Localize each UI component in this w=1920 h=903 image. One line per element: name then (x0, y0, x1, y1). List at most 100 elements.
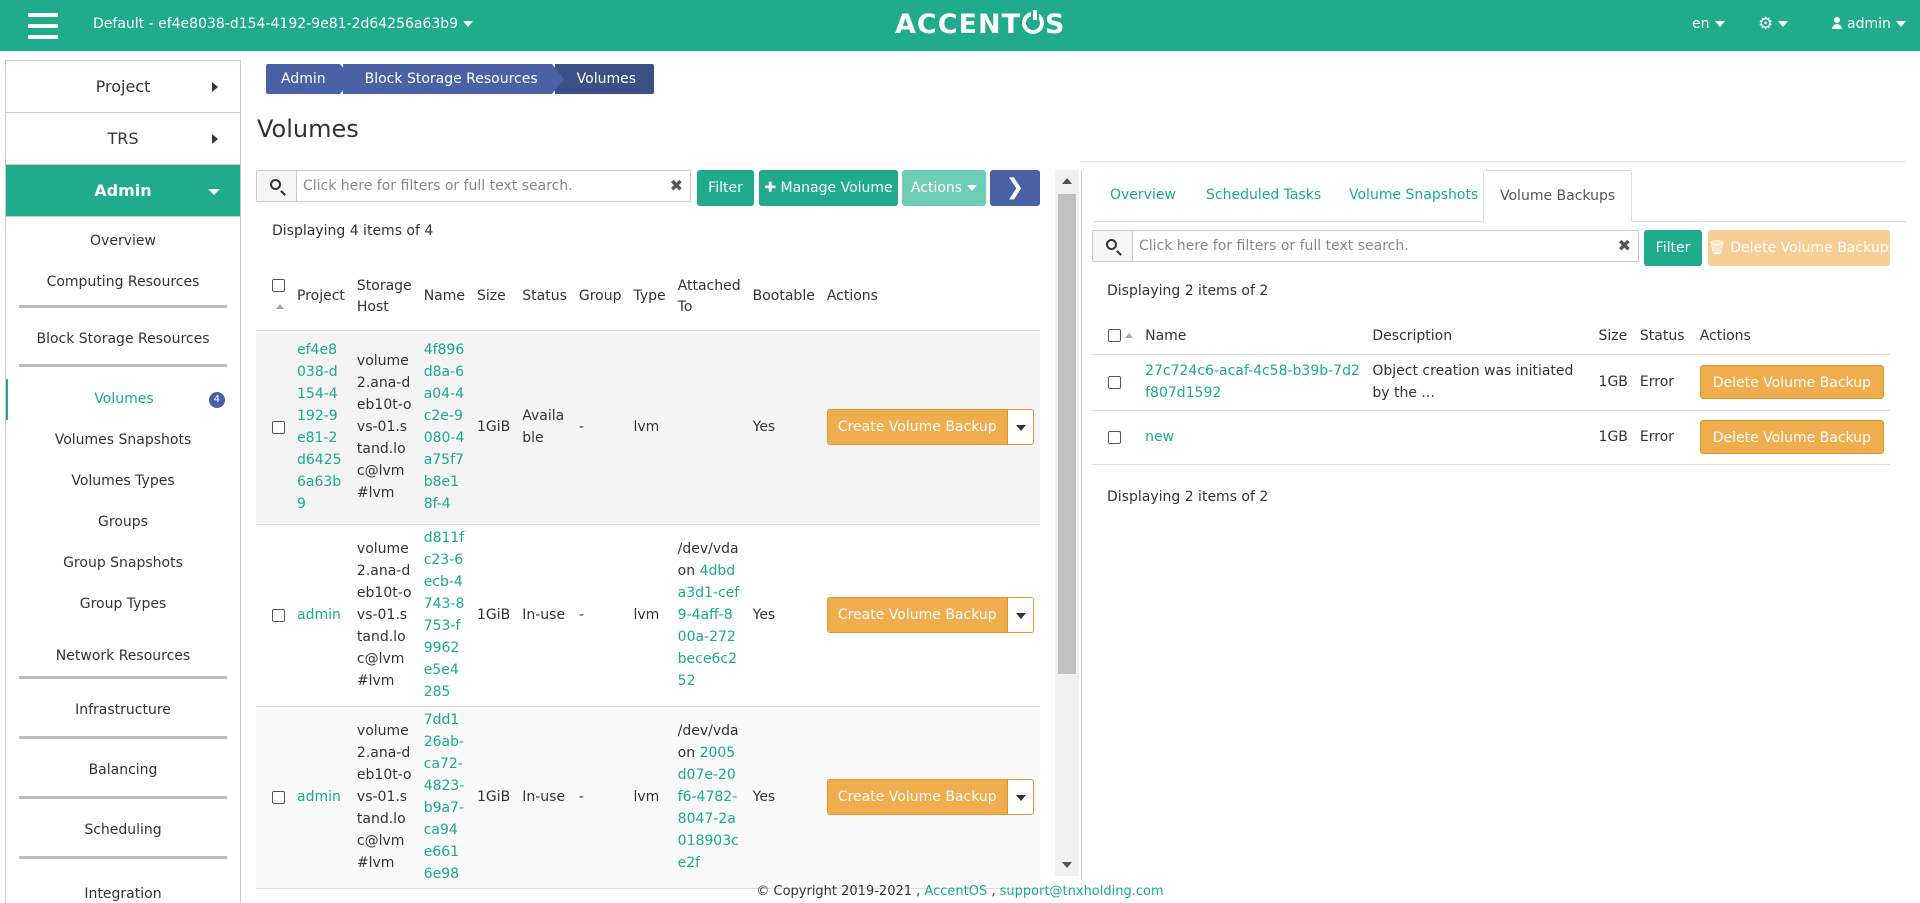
delete-volume-backup-button[interactable]: Delete Volume Backup (1699, 420, 1884, 454)
sidebar-item-volumes-snapshots[interactable]: Volumes Snapshots (6, 420, 240, 461)
search-button[interactable] (257, 171, 297, 201)
sort-icon[interactable] (276, 304, 284, 310)
user-menu[interactable]: admin (1832, 16, 1906, 32)
project-link[interactable]: admin (297, 607, 341, 623)
backups-search-input[interactable] (1137, 234, 1607, 258)
row-checkbox[interactable] (1108, 375, 1121, 389)
backups-filter-button[interactable]: Filter (1644, 230, 1702, 266)
column-header-storage-host[interactable]: Storage Host (350, 264, 418, 331)
accentos-link[interactable]: AccentOS (924, 884, 987, 899)
instance-link[interactable]: 4dbda3d1-cef9-4aff-800a-272bece6c252 (678, 563, 740, 689)
chevron-down-icon (1714, 21, 1725, 27)
column-header-project[interactable]: Project (291, 264, 351, 331)
row-checkbox[interactable] (272, 420, 285, 434)
tab-scheduled-tasks[interactable]: Scheduled Tasks (1190, 170, 1337, 222)
clear-search-icon[interactable]: ✖ (670, 176, 683, 195)
backups-count-text-bottom: Displaying 2 items of 2 (1107, 489, 1269, 505)
chevron-down-icon (1778, 21, 1789, 27)
sidebar-item-volumes-types[interactable]: Volumes Types (6, 461, 240, 502)
column-header-size[interactable]: Size (1592, 318, 1634, 355)
column-header-bootable[interactable]: Bootable (746, 264, 821, 331)
column-header-name[interactable]: Name (1139, 318, 1367, 355)
column-header-actions: Actions (820, 264, 1040, 331)
divider (1080, 161, 1906, 162)
copyright-text: © Copyright 2019-2021 , (756, 884, 921, 899)
column-header-size[interactable]: Size (471, 264, 517, 331)
clear-search-icon[interactable]: ✖ (1618, 236, 1631, 255)
type-cell: lvm (627, 330, 672, 525)
manage-volume-button[interactable]: ✚ Manage Volume (759, 170, 898, 206)
size-cell: 1GiB (471, 330, 517, 525)
sidebar-item-volumes[interactable]: Volumes 4 (6, 379, 240, 420)
row-actions-dropdown-toggle[interactable] (1006, 410, 1033, 444)
volumes-filter-button[interactable]: Filter (697, 170, 754, 206)
project-selector-label: Default - ef4e8038-d154-4192-9e81-2d6425… (93, 16, 459, 32)
settings-menu[interactable]: ⚙ (1758, 14, 1789, 34)
project-link[interactable]: ef4e8038-d154-4192-9e81-2d64256a63b9 (297, 342, 342, 512)
create-volume-backup-button[interactable]: Create Volume Backup (827, 410, 1007, 444)
select-all-checkbox[interactable] (272, 279, 285, 293)
support-email-link[interactable]: support@tnxholding.com (1000, 884, 1164, 899)
create-volume-backup-button[interactable]: Create Volume Backup (827, 598, 1007, 632)
instance-link[interactable]: 2005d07e-20f6-4782-8047-2a018903ce2f (678, 745, 739, 871)
sidebar-item-group-snapshots[interactable]: Group Snapshots (6, 543, 240, 584)
project-link[interactable]: admin (297, 789, 341, 805)
search-button[interactable] (1093, 231, 1133, 261)
sidebar-section-trs[interactable]: TRS (6, 113, 240, 165)
sidebar-item-scheduling[interactable]: Scheduling (6, 799, 240, 859)
sidebar-item-balancing[interactable]: Balancing (6, 739, 240, 799)
breadcrumb-volumes[interactable]: Volumes (554, 64, 655, 94)
expand-panel-button[interactable]: ❯ (990, 170, 1040, 206)
volume-backups-table: Name Description Size Status Actions 27c… (1092, 318, 1890, 465)
tab-volume-backups[interactable]: Volume Backups (1483, 170, 1633, 222)
hamburger-menu-icon[interactable] (28, 13, 58, 39)
column-header-name[interactable]: Name (417, 264, 471, 331)
volume-name-link[interactable]: 7dd126ab-ca72-4823-b9a7-ca94e6616e98 (424, 712, 465, 882)
scroll-up-icon[interactable] (1062, 178, 1072, 184)
column-header-group[interactable]: Group (572, 264, 628, 331)
sidebar-item-block-storage-resources[interactable]: Block Storage Resources (6, 308, 240, 367)
sort-icon[interactable] (1125, 333, 1133, 339)
row-actions-dropdown-toggle[interactable] (1006, 598, 1033, 632)
sidebar-item-overview[interactable]: Overview (6, 221, 240, 262)
column-header-attached-to[interactable]: Attached To (671, 264, 747, 331)
tab-volume-snapshots[interactable]: Volume Snapshots (1333, 170, 1494, 222)
create-volume-backup-button[interactable]: Create Volume Backup (827, 780, 1007, 814)
volume-name-link[interactable]: d811fc23-6ecb-4743-8753-f9962e5e4285 (424, 530, 465, 700)
delete-volume-backup-button[interactable]: Delete Volume Backup (1699, 365, 1884, 399)
sidebar-item-groups[interactable]: Groups (6, 502, 240, 543)
backup-name-link[interactable]: 27c724c6-acaf-4c58-b39b-7d2f807d1592 (1145, 363, 1360, 401)
row-checkbox[interactable] (272, 608, 285, 622)
chevron-down-icon (463, 21, 474, 27)
column-header-description[interactable]: Description (1366, 318, 1593, 355)
sidebar-item-infrastructure[interactable]: Infrastructure (6, 679, 240, 739)
column-header-status[interactable]: Status (516, 264, 573, 331)
row-actions-dropdown-toggle[interactable] (1006, 780, 1033, 814)
project-selector[interactable]: Default - ef4e8038-d154-4192-9e81-2d6425… (93, 16, 474, 32)
table-row: 27c724c6-acaf-4c58-b39b-7d2f807d1592 Obj… (1092, 354, 1890, 411)
breadcrumb-admin[interactable]: Admin (266, 64, 352, 94)
backup-name-link[interactable]: new (1145, 429, 1174, 445)
column-header-type[interactable]: Type (627, 264, 672, 331)
volume-name-link[interactable]: 4f896d8a-6a04-4c2e-9080-4a75f7b8e18f-4 (424, 342, 465, 512)
sidebar-item-group-types[interactable]: Group Types (6, 584, 240, 625)
sidebar-item-network-resources[interactable]: Network Resources (6, 625, 240, 679)
delete-volume-backups-button[interactable]: 🗑 Delete Volume Backups (1708, 230, 1896, 266)
language-selector[interactable]: en (1692, 16, 1725, 32)
breadcrumb: Admin Block Storage Resources Volumes (266, 64, 657, 94)
tab-overview[interactable]: Overview (1094, 170, 1192, 222)
column-header-status[interactable]: Status (1633, 318, 1694, 355)
volumes-scrollbar[interactable] (1055, 170, 1079, 876)
volumes-search-input[interactable] (301, 174, 661, 198)
scroll-down-icon[interactable] (1062, 862, 1072, 868)
breadcrumb-block-storage-resources[interactable]: Block Storage Resources (342, 64, 564, 94)
select-all-checkbox[interactable] (1108, 329, 1121, 343)
scroll-thumb[interactable] (1058, 194, 1076, 674)
row-checkbox[interactable] (1108, 430, 1121, 444)
row-checkbox[interactable] (272, 790, 285, 804)
sidebar-section-project[interactable]: Project (6, 61, 240, 113)
sidebar-item-computing-resources[interactable]: Computing Resources (6, 262, 240, 308)
sidebar-section-admin[interactable]: Admin (6, 165, 240, 217)
actions-dropdown-button[interactable]: Actions (902, 170, 986, 206)
bootable-cell: Yes (746, 706, 821, 889)
